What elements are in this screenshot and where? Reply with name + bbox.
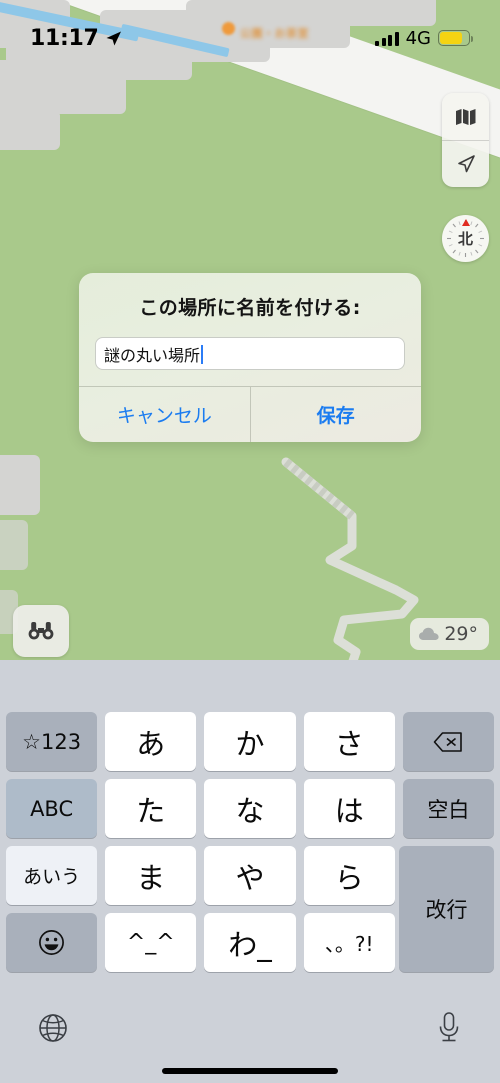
key-space[interactable]: 空白 bbox=[402, 779, 495, 838]
dialog-title: この場所に名前を付ける: bbox=[139, 297, 361, 319]
weather-widget[interactable]: 29° bbox=[410, 618, 489, 650]
map-layers-button[interactable] bbox=[442, 93, 489, 140]
globe-button[interactable] bbox=[38, 1013, 68, 1048]
key-ta[interactable]: た bbox=[105, 779, 197, 838]
look-around-button[interactable] bbox=[13, 605, 69, 657]
weather-temperature: 29° bbox=[444, 623, 478, 645]
return-key-column: 改行 bbox=[399, 846, 494, 972]
compass-button[interactable]: 北 bbox=[442, 215, 489, 262]
place-name-input[interactable] bbox=[104, 344, 396, 363]
keyboard-row: ☆123 あ か さ bbox=[6, 712, 495, 771]
cloud-icon bbox=[419, 627, 439, 640]
battery-low-power-icon bbox=[438, 30, 474, 46]
microphone-icon bbox=[439, 1012, 459, 1042]
keyboard-row: ABC た な は 空白 bbox=[6, 779, 495, 838]
key-return[interactable]: 改行 bbox=[399, 846, 494, 972]
key-sa[interactable]: さ bbox=[303, 712, 395, 771]
dictation-button[interactable] bbox=[436, 1011, 462, 1050]
key-emoji[interactable] bbox=[6, 913, 98, 972]
key-symbols-label: ☆123 bbox=[22, 729, 82, 754]
japanese-kana-keyboard: ☆123 あ か さ ABC た な は 空白 あいう ま や ら ^_^ わ_… bbox=[0, 660, 500, 1083]
map-layers-icon bbox=[455, 108, 475, 125]
cancel-button[interactable]: キャンセル bbox=[79, 387, 250, 442]
key-abc[interactable]: ABC bbox=[6, 779, 98, 838]
dialog-body: この場所に名前を付ける: bbox=[79, 273, 421, 386]
keyboard-bottom-bar bbox=[0, 995, 500, 1083]
dialog-actions: キャンセル 保存 bbox=[79, 386, 421, 442]
key-delete[interactable] bbox=[402, 712, 495, 771]
key-ra[interactable]: ら bbox=[303, 846, 395, 905]
key-punctuation[interactable]: 、。?! bbox=[303, 913, 395, 972]
status-time: 11:17 bbox=[30, 25, 99, 51]
location-arrow-icon bbox=[106, 31, 121, 45]
network-type-label: 4G bbox=[405, 27, 431, 49]
map-controls[interactable] bbox=[442, 93, 489, 187]
text-caret bbox=[201, 345, 203, 364]
locate-me-button[interactable] bbox=[442, 140, 489, 187]
key-ya[interactable]: や bbox=[204, 846, 296, 905]
key-wa[interactable]: わ_ bbox=[204, 913, 296, 972]
key-ma[interactable]: ま bbox=[105, 846, 197, 905]
iphone-screen: 公園・お茶室 北 29° 11:17 4G この場所に名前を付ける: 謎の丸い場… bbox=[0, 0, 500, 1083]
key-ha[interactable]: は bbox=[303, 779, 395, 838]
save-button[interactable]: 保存 bbox=[250, 387, 421, 442]
binoculars-icon bbox=[28, 622, 54, 640]
name-place-dialog: この場所に名前を付ける: キャンセル 保存 bbox=[79, 273, 421, 442]
keyboard-rows: ☆123 あ か さ ABC た な は 空白 あいう ま や ら ^_^ わ_… bbox=[0, 712, 500, 972]
compass-north-needle bbox=[461, 219, 470, 226]
navigation-arrow-icon bbox=[457, 155, 475, 173]
home-indicator[interactable] bbox=[162, 1068, 338, 1074]
emoji-smiley-icon bbox=[39, 930, 65, 955]
key-aiu[interactable]: あいう bbox=[6, 846, 98, 905]
key-ka[interactable]: か bbox=[204, 712, 296, 771]
key-kaomoji[interactable]: ^_^ bbox=[105, 913, 197, 972]
key-na[interactable]: な bbox=[204, 779, 296, 838]
predictive-bar bbox=[0, 660, 500, 712]
globe-icon bbox=[39, 1014, 67, 1042]
status-bar: 11:17 4G bbox=[0, 0, 500, 58]
cellular-signal-icon bbox=[375, 31, 399, 46]
key-a[interactable]: あ bbox=[105, 712, 197, 771]
battery-fill bbox=[440, 32, 462, 44]
status-bar-right: 4G bbox=[375, 27, 474, 49]
delete-icon bbox=[434, 731, 463, 752]
place-name-field-wrapper[interactable] bbox=[95, 337, 405, 370]
key-symbols[interactable]: ☆123 bbox=[6, 712, 98, 771]
status-bar-left: 11:17 bbox=[30, 26, 122, 51]
